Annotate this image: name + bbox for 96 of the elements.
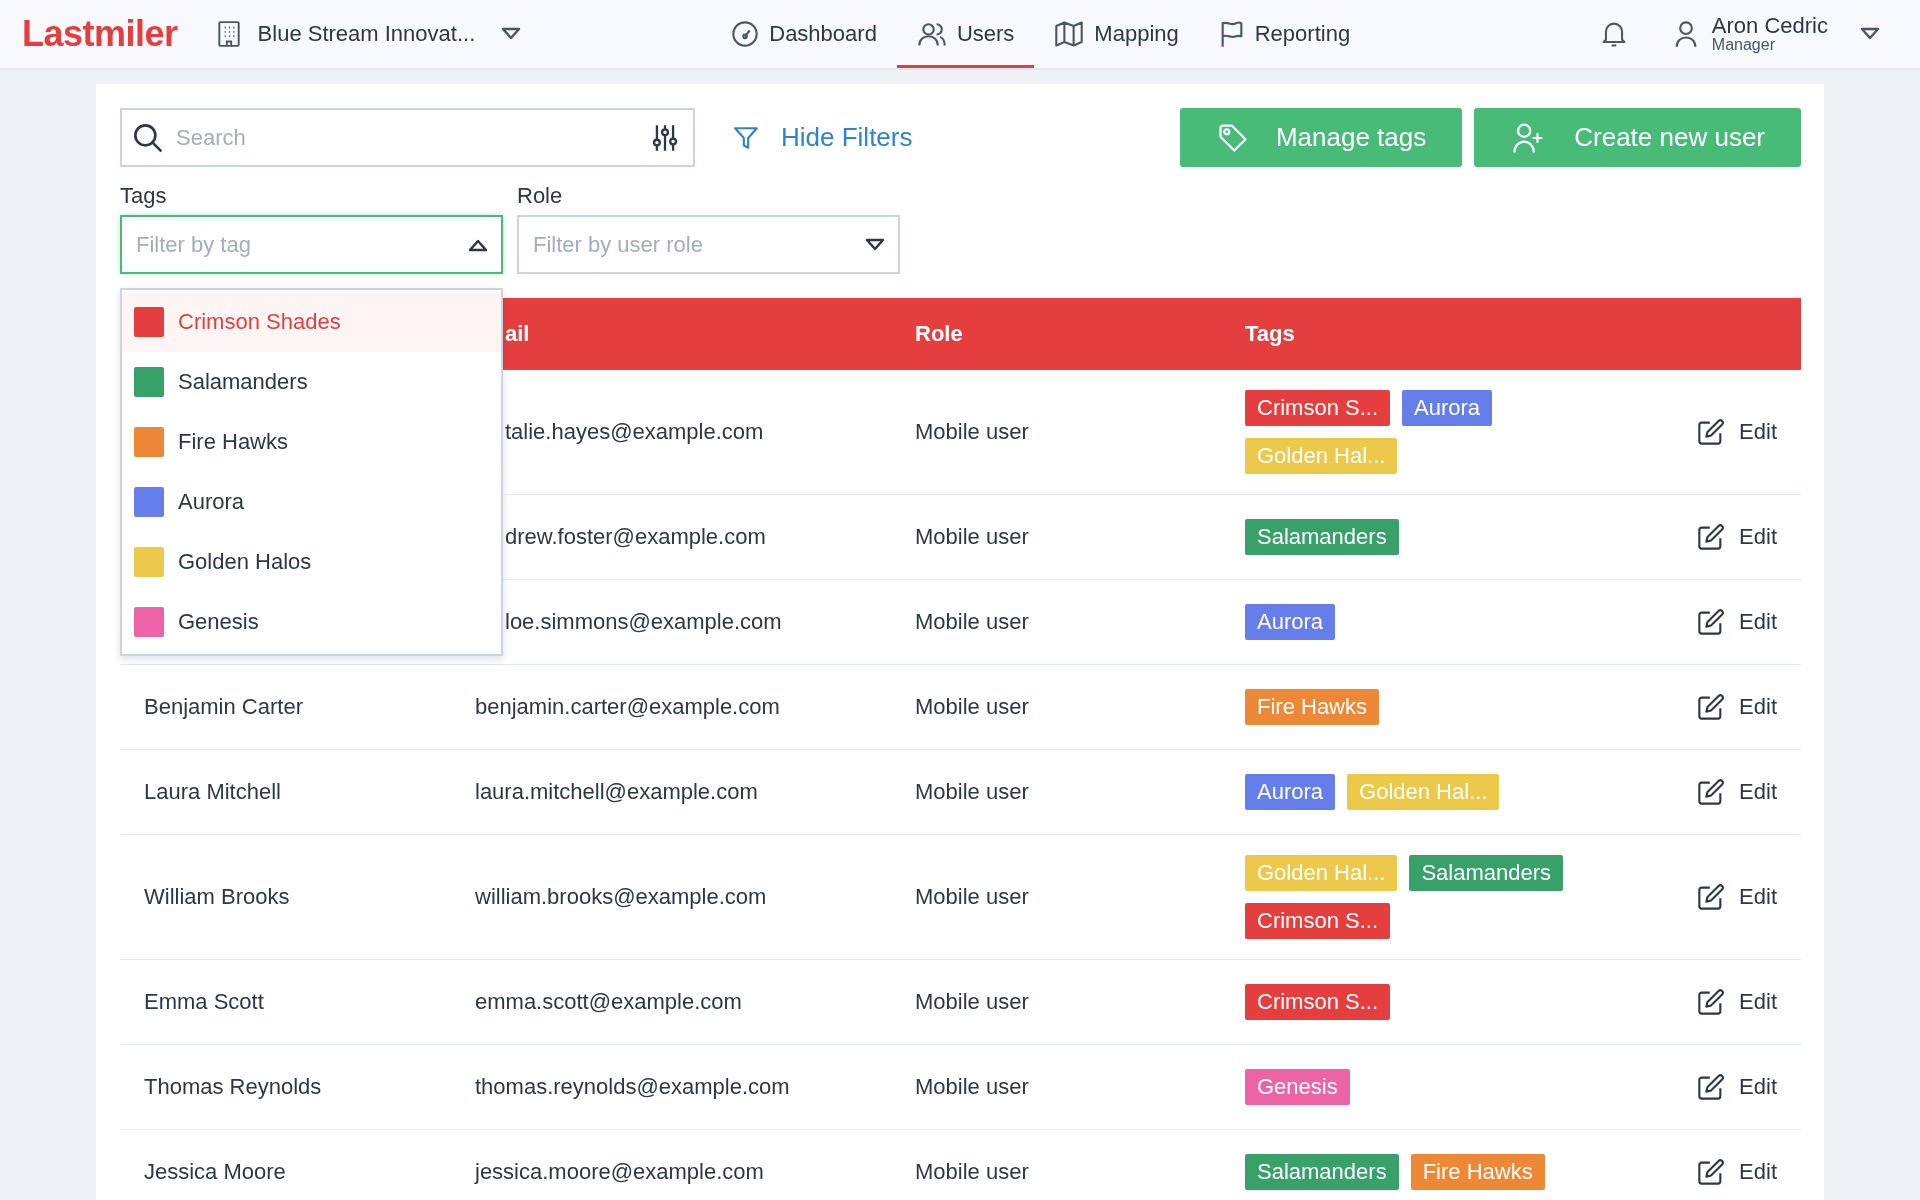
user-name-cell: William Brooks xyxy=(144,884,290,909)
filter-label: Role xyxy=(517,183,564,209)
email-cell: benjamin.carter@example.com xyxy=(475,694,780,719)
map-icon xyxy=(1054,20,1085,48)
email-cell: drew.foster@example.com xyxy=(505,524,766,549)
edit-button[interactable]: Edit xyxy=(1697,418,1777,446)
nav-tab[interactable]: Mapping xyxy=(1034,0,1199,68)
search-icon xyxy=(132,121,164,154)
user-role: Manager xyxy=(1711,37,1775,54)
role-cell: Mobile user xyxy=(915,1074,1029,1099)
tag-chip: Fire Hawks xyxy=(1410,1154,1545,1190)
role-cell: Mobile user xyxy=(915,524,1029,549)
role-cell: Mobile user xyxy=(915,609,1029,634)
edit-button[interactable]: Edit xyxy=(1697,693,1777,721)
edit-icon xyxy=(1697,778,1726,806)
tag-chip: Golden Hal... xyxy=(1245,438,1398,474)
email-cell: laura.mitchell@example.com xyxy=(475,779,758,804)
edit-icon xyxy=(1697,693,1726,721)
caret-icon xyxy=(1860,27,1880,41)
user-menu[interactable]: Aron Cedric Manager xyxy=(1673,14,1880,54)
user-name-cell: Benjamin Carter xyxy=(144,694,303,719)
edit-button[interactable]: Edit xyxy=(1697,883,1777,911)
search-input[interactable]: Search xyxy=(174,123,641,152)
tag-option[interactable]: Crimson Shades xyxy=(122,292,501,352)
tag-chip: Crimson S... xyxy=(1245,903,1391,939)
organization-selector[interactable]: Blue Stream Innovat... xyxy=(215,20,522,48)
user-name: Aron Cedric xyxy=(1711,14,1828,38)
email-cell: jessica.moore@example.com xyxy=(475,1159,764,1184)
edit-icon xyxy=(1697,988,1726,1016)
user-name-cell: Emma Scott xyxy=(144,989,264,1014)
edit-icon xyxy=(1697,1073,1726,1101)
tag-chip: Aurora xyxy=(1402,390,1493,426)
filter-select[interactable]: Filter by user role xyxy=(517,215,900,274)
edit-icon xyxy=(1697,608,1726,636)
tag-option[interactable]: Fire Hawks xyxy=(122,412,501,472)
tag-chip: Crimson S... xyxy=(1245,984,1391,1020)
caret-icon xyxy=(501,27,522,41)
edit-icon xyxy=(1697,418,1726,446)
tag-option[interactable]: Aurora xyxy=(122,472,501,532)
edit-icon xyxy=(1697,883,1726,911)
filter-label: Tags xyxy=(120,183,168,209)
edit-button[interactable]: Edit xyxy=(1697,778,1777,806)
tag-chip: Golden Hal... xyxy=(1347,774,1500,810)
edit-button[interactable]: Edit xyxy=(1697,1158,1777,1186)
role-cell: Mobile user xyxy=(915,779,1029,804)
role-cell: Mobile user xyxy=(915,694,1029,719)
building-icon xyxy=(215,20,242,48)
filter-select[interactable]: Filter by tag xyxy=(120,215,503,274)
role-cell: Mobile user xyxy=(915,884,1029,909)
edit-button[interactable]: Edit xyxy=(1697,988,1777,1016)
nav-tab[interactable]: Dashboard xyxy=(711,0,897,68)
caret-icon xyxy=(467,237,489,252)
brand-logo[interactable]: Lastmiler xyxy=(22,13,178,55)
column-header: Role xyxy=(915,321,963,346)
nav-tab[interactable]: Users xyxy=(896,0,1035,68)
tag-chip: Salamanders xyxy=(1409,855,1564,891)
role-cell: Mobile user xyxy=(915,1159,1029,1184)
edit-icon xyxy=(1697,523,1726,551)
edit-icon xyxy=(1697,1158,1726,1186)
caret-icon xyxy=(864,237,886,252)
email-cell: loe.simmons@example.com xyxy=(505,609,782,634)
tag-chip: Aurora xyxy=(1245,604,1336,640)
email-cell: william.brooks@example.com xyxy=(475,884,767,909)
tag-option[interactable]: Salamanders xyxy=(122,352,501,412)
tag-icon xyxy=(1217,122,1248,153)
role-cell: Mobile user xyxy=(915,989,1029,1014)
email-cell: thomas.reynolds@example.com xyxy=(475,1074,790,1099)
tag-chip: Crimson S... xyxy=(1245,390,1391,426)
column-header: Tags xyxy=(1245,321,1295,347)
gauge-icon xyxy=(731,20,760,48)
sliders-icon[interactable] xyxy=(651,122,679,153)
role-cell: Mobile user xyxy=(915,419,1029,444)
tag-chip: Genesis xyxy=(1245,1069,1350,1105)
tag-chip: Golden Hal... xyxy=(1245,855,1398,891)
user-icon xyxy=(1673,20,1698,48)
nav-tab[interactable]: Reporting xyxy=(1198,0,1371,68)
tag-option[interactable]: Golden Halos xyxy=(122,532,501,592)
column-header: ail xyxy=(505,321,530,346)
user-name-cell: Thomas Reynolds xyxy=(144,1074,322,1099)
filter-input[interactable]: Filter by user role xyxy=(531,230,864,259)
email-cell: talie.hayes@example.com xyxy=(505,419,764,444)
edit-button[interactable]: Edit xyxy=(1697,523,1777,551)
user-name-cell: Jessica Moore xyxy=(144,1159,286,1184)
edit-button[interactable]: Edit xyxy=(1697,1073,1777,1101)
search-field[interactable]: Search xyxy=(120,108,695,167)
tag-chip: Fire Hawks xyxy=(1245,689,1379,725)
user-name-cell: Laura Mitchell xyxy=(144,779,281,804)
users-icon xyxy=(916,20,947,48)
edit-button[interactable]: Edit xyxy=(1697,608,1777,636)
hide-filters-button[interactable]: Hide Filters xyxy=(733,122,913,153)
email-cell: emma.scott@example.com xyxy=(475,989,742,1014)
tag-chip: Salamanders xyxy=(1245,1154,1399,1190)
filter-input[interactable]: Filter by tag xyxy=(134,230,467,259)
tag-chip: Salamanders xyxy=(1245,519,1399,555)
tag-option[interactable]: Genesis xyxy=(122,592,501,652)
tag-chip: Aurora xyxy=(1245,774,1336,810)
